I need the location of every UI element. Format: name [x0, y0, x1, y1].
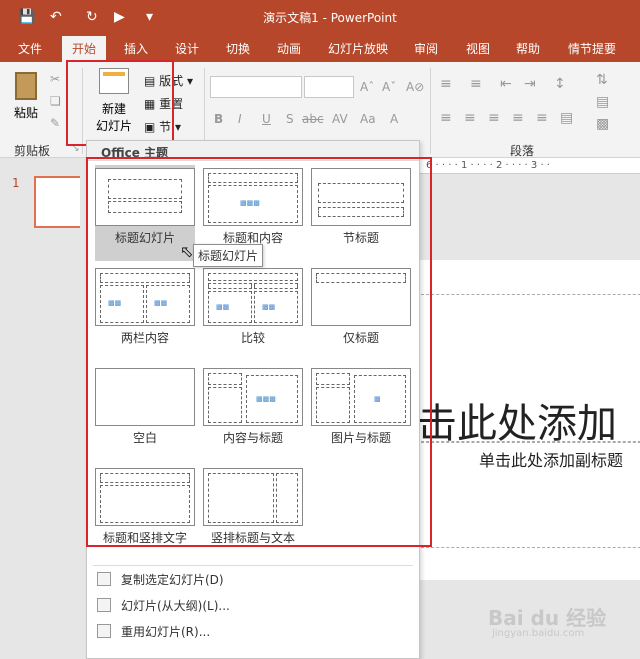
reuse-slides-item[interactable]: 重用幻灯片(R)...	[97, 623, 210, 640]
paragraph-group-label: 段落	[510, 144, 535, 158]
indent-increase-icon[interactable]: ⇥	[524, 76, 536, 92]
tab-home[interactable]: 开始	[62, 36, 106, 62]
slide-canvas[interactable]: 击此处添加 单击此处添加副标题	[416, 260, 640, 580]
shrink-font-icon[interactable]: Aˇ	[382, 80, 396, 94]
subtitle-placeholder[interactable]: 单击此处添加副标题	[416, 442, 640, 548]
new-slide-highlight	[66, 60, 174, 146]
window-title: 演示文稿1 - PowerPoint	[263, 11, 397, 25]
title-placeholder-text: 击此处添加	[417, 401, 617, 447]
layout-tooltip: 标题幻灯片	[193, 244, 264, 267]
title-bar: 💾 ↶ ↻ ▶ ▾ 演示文稿1 - PowerPoint	[0, 0, 640, 34]
numbering-icon[interactable]: ≡	[470, 76, 482, 92]
thumbnail-pane: 1	[0, 158, 94, 659]
horizontal-ruler: 6 · · · · 1 · · · · 2 · · · · 3 · ·	[420, 158, 640, 174]
reuse-slides-label: 重用幻灯片(R)...	[121, 625, 211, 639]
baidu-watermark-logo: Bai du 经验	[488, 606, 607, 630]
clipboard-group-label: 剪贴板	[14, 144, 51, 158]
bold-button[interactable]: B	[214, 112, 223, 126]
underline-button[interactable]: U	[262, 112, 271, 126]
title-placeholder[interactable]: 击此处添加	[416, 294, 640, 447]
align-left-icon[interactable]: ≡	[440, 110, 452, 126]
tab-storyboard[interactable]: 情节提要	[568, 40, 616, 62]
strikethrough-button[interactable]: abc	[302, 112, 324, 126]
tab-help[interactable]: 帮助	[516, 40, 540, 62]
reuse-slides-icon	[97, 623, 111, 638]
clipboard-icon	[15, 72, 37, 100]
font-color-button[interactable]: A	[390, 112, 398, 126]
shadow-button[interactable]: S	[286, 112, 294, 126]
duplicate-slide-item[interactable]: 复制选定幻灯片(D)	[97, 571, 224, 588]
layouts-highlight	[86, 157, 432, 547]
tab-review[interactable]: 审阅	[414, 40, 438, 62]
format-painter-icon[interactable]: ✎	[50, 116, 60, 130]
line-spacing-icon[interactable]: ↕	[554, 76, 566, 92]
columns-icon[interactable]: ▤	[560, 110, 573, 126]
smartart-icon[interactable]: ▩	[596, 116, 609, 132]
mouse-cursor-icon: ⬁	[180, 242, 194, 261]
grow-font-icon[interactable]: Aˆ	[360, 80, 374, 94]
text-direction-icon[interactable]: ⇅	[596, 72, 608, 88]
tab-transitions[interactable]: 切换	[226, 40, 250, 62]
tab-slideshow[interactable]: 幻灯片放映	[328, 40, 388, 62]
indent-decrease-icon[interactable]: ⇤	[500, 76, 512, 92]
tab-animations[interactable]: 动画	[277, 40, 301, 62]
spacing-button[interactable]: AV	[332, 112, 348, 126]
cut-icon[interactable]: ✂	[50, 72, 60, 86]
tab-insert[interactable]: 插入	[124, 40, 148, 62]
italic-button[interactable]: I	[238, 112, 242, 126]
paste-label: 粘贴	[13, 106, 38, 120]
outline-icon	[97, 597, 111, 612]
distributed-icon[interactable]: ≡	[536, 110, 548, 126]
copy-icon[interactable]: ❏	[50, 94, 61, 108]
menu-separator	[93, 565, 413, 566]
justify-icon[interactable]: ≡	[512, 110, 524, 126]
duplicate-slide-label: 复制选定幻灯片(D)	[121, 573, 224, 587]
tab-design[interactable]: 设计	[175, 40, 199, 62]
bullets-icon[interactable]: ≡	[440, 76, 452, 92]
baidu-watermark-url: jingyan.baidu.com	[492, 628, 585, 639]
ruler-ticks: 6 · · · · 1 · · · · 2 · · · · 3 · ·	[426, 160, 550, 171]
subtitle-placeholder-text: 单击此处添加副标题	[479, 451, 624, 470]
slides-from-outline-label: 幻灯片(从大纲)(L)...	[121, 599, 230, 613]
align-right-icon[interactable]: ≡	[488, 110, 500, 126]
duplicate-slide-icon	[97, 571, 111, 586]
divider	[430, 68, 431, 154]
slides-from-outline-item[interactable]: 幻灯片(从大纲)(L)...	[97, 597, 230, 614]
align-center-icon[interactable]: ≡	[464, 110, 476, 126]
change-case-button[interactable]: Aa	[360, 112, 376, 126]
tab-file[interactable]: 文件	[18, 40, 42, 62]
ribbon-tabs: 文件 开始 插入 设计 切换 动画 幻灯片放映 审阅 视图 帮助 情节提要	[0, 34, 640, 62]
paste-button[interactable]: 粘贴	[8, 72, 44, 132]
font-size-field[interactable]	[304, 76, 354, 98]
tab-view[interactable]: 视图	[466, 40, 490, 62]
align-text-icon[interactable]: ▤	[596, 94, 609, 110]
clear-format-icon[interactable]: A⊘	[406, 80, 424, 94]
slide-number: 1	[12, 176, 20, 190]
font-name-field[interactable]	[210, 76, 302, 98]
